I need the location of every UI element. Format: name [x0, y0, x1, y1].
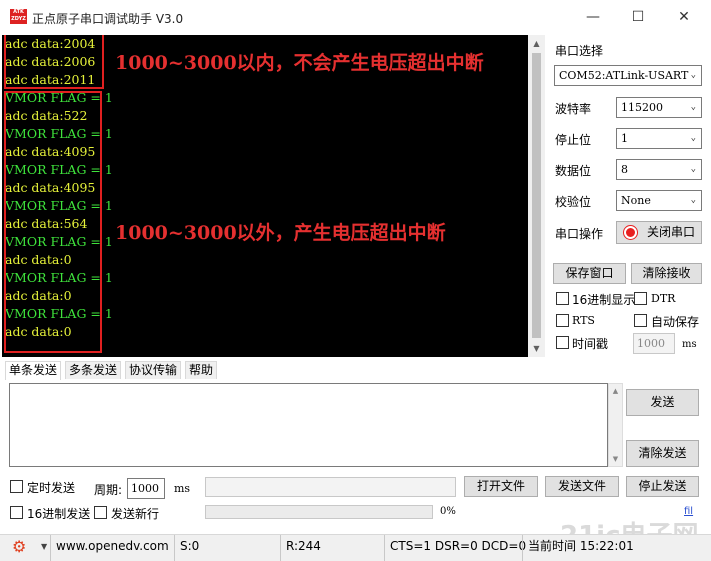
tab-single-send[interactable]: 单条发送: [5, 361, 62, 380]
hex-display-checkbox[interactable]: [556, 292, 569, 305]
tab-help[interactable]: 帮助: [185, 361, 218, 379]
scrollbar-thumb[interactable]: [532, 53, 541, 338]
gear-icon[interactable]: ⚙: [12, 537, 26, 557]
rts-label: RTS: [572, 314, 595, 327]
data-bits-label: 数据位: [555, 164, 592, 178]
period-label: 周期:: [94, 483, 123, 497]
annotation-box-in-range: [4, 35, 104, 89]
send-button[interactable]: 发送: [626, 389, 699, 416]
received-count: R:244: [280, 535, 384, 561]
status-bar: ⚙ ▼ www.openedv.com S:0 R:244 CTS=1 DSR=…: [0, 534, 711, 561]
timestamp-checkbox[interactable]: [556, 336, 569, 349]
send-scrollbar[interactable]: ▲ ▼: [608, 383, 623, 467]
clear-receive-button[interactable]: 清除接收: [631, 263, 702, 284]
port-operation-label: 串口操作: [555, 227, 604, 241]
tab-protocol[interactable]: 协议传输: [125, 361, 182, 379]
parity-value: None: [621, 194, 651, 207]
stop-bits-label: 停止位: [555, 133, 592, 147]
hex-display-label: 16进制显示: [572, 293, 636, 307]
save-window-button[interactable]: 保存窗口: [553, 263, 626, 284]
dtr-checkbox[interactable]: [634, 292, 647, 305]
baud-label: 波特率: [555, 102, 592, 116]
stop-bits-select[interactable]: 1 ⌄: [616, 128, 702, 149]
scroll-up-icon[interactable]: ▲: [528, 35, 545, 52]
hex-send-label: 16进制发送: [27, 507, 91, 521]
dtr-label: DTR: [651, 292, 676, 305]
period-unit: ms: [174, 482, 191, 495]
terminal-scrollbar[interactable]: ▲ ▼: [528, 35, 545, 357]
maximize-button[interactable]: ☐: [615, 4, 661, 30]
annotation-box-out-of-range: [4, 91, 102, 353]
port-label: 串口选择: [555, 44, 604, 58]
port-value: COM52:ATLink-USART: [559, 69, 689, 82]
receive-terminal[interactable]: adc data:2004 adc data:2006 adc data:2011 V…: [2, 35, 528, 357]
close-window-button[interactable]: ✕: [661, 4, 707, 30]
parity-select[interactable]: None ⌄: [616, 190, 702, 211]
sent-count: S:0: [174, 535, 280, 561]
rts-checkbox[interactable]: [556, 314, 569, 327]
hex-send-checkbox[interactable]: [10, 506, 23, 519]
window-title: 正点原子串口调试助手 V3.0: [32, 12, 184, 26]
annotation-note-out-of-range: 1000~3000以外，产生电压超出中断: [115, 222, 446, 244]
send-newline-checkbox[interactable]: [94, 506, 107, 519]
chevron-down-icon: ⌄: [690, 102, 696, 112]
close-port-label: 关闭串口: [647, 225, 696, 239]
dropdown-arrow-icon[interactable]: ▼: [41, 538, 47, 556]
annotation-note-in-range: 1000~3000以内，不会产生电压超出中断: [115, 52, 484, 74]
close-port-button[interactable]: 关闭串口: [616, 221, 702, 244]
current-time: 当前时间 15:22:01: [522, 535, 711, 561]
send-file-button[interactable]: 发送文件: [545, 476, 619, 497]
open-file-button[interactable]: 打开文件: [464, 476, 538, 497]
title-bar: ATK ZDYZ 正点原子串口调试助手 V3.0 — ☐ ✕: [0, 0, 711, 34]
timestamp-unit: ms: [682, 339, 697, 350]
chevron-down-icon: ⌄: [690, 133, 696, 143]
tab-multi-send[interactable]: 多条发送: [65, 361, 122, 379]
file-path-input[interactable]: [205, 477, 456, 497]
data-bits-value: 8: [621, 163, 628, 176]
timed-send-label: 定时发送: [27, 481, 76, 495]
period-input[interactable]: 1000: [127, 478, 165, 499]
app-logo-icon: ATK ZDYZ: [10, 9, 27, 24]
stop-bits-value: 1: [621, 132, 628, 145]
send-progress-bar: [205, 505, 433, 519]
auto-save-checkbox[interactable]: [634, 314, 647, 327]
send-newline-label: 发送新行: [111, 507, 160, 521]
send-textarea[interactable]: [9, 383, 608, 467]
port-status-icon: [624, 226, 637, 239]
progress-percent: 0%: [440, 506, 456, 517]
auto-save-label: 自动保存: [651, 315, 700, 329]
stop-send-button[interactable]: 停止发送: [626, 476, 699, 497]
timestamp-label: 时间戳: [572, 337, 609, 351]
port-select[interactable]: COM52:ATLink-USART ⌄: [554, 65, 702, 86]
chevron-down-icon: ⌄: [690, 164, 696, 174]
current-time-value: 15:22:01: [579, 539, 634, 553]
website-link[interactable]: www.openedv.com: [50, 535, 174, 561]
data-bits-select[interactable]: 8 ⌄: [616, 159, 702, 180]
clear-send-button[interactable]: 清除发送: [626, 440, 699, 467]
scroll-down-icon[interactable]: ▼: [528, 340, 545, 357]
baud-select[interactable]: 115200 ⌄: [616, 97, 702, 118]
current-time-label: 当前时间: [528, 539, 577, 553]
scroll-down-icon[interactable]: ▼: [609, 452, 622, 466]
chevron-down-icon: ⌄: [690, 195, 696, 205]
scroll-up-icon[interactable]: ▲: [609, 384, 622, 398]
timestamp-interval-input[interactable]: 1000: [633, 333, 675, 354]
chevron-down-icon: ⌄: [690, 70, 696, 80]
minimize-button[interactable]: —: [570, 4, 616, 30]
timed-send-checkbox[interactable]: [10, 480, 23, 493]
line-signals: CTS=1 DSR=0 DCD=0: [384, 535, 526, 561]
parity-label: 校验位: [555, 195, 592, 209]
baud-value: 115200: [621, 101, 663, 114]
